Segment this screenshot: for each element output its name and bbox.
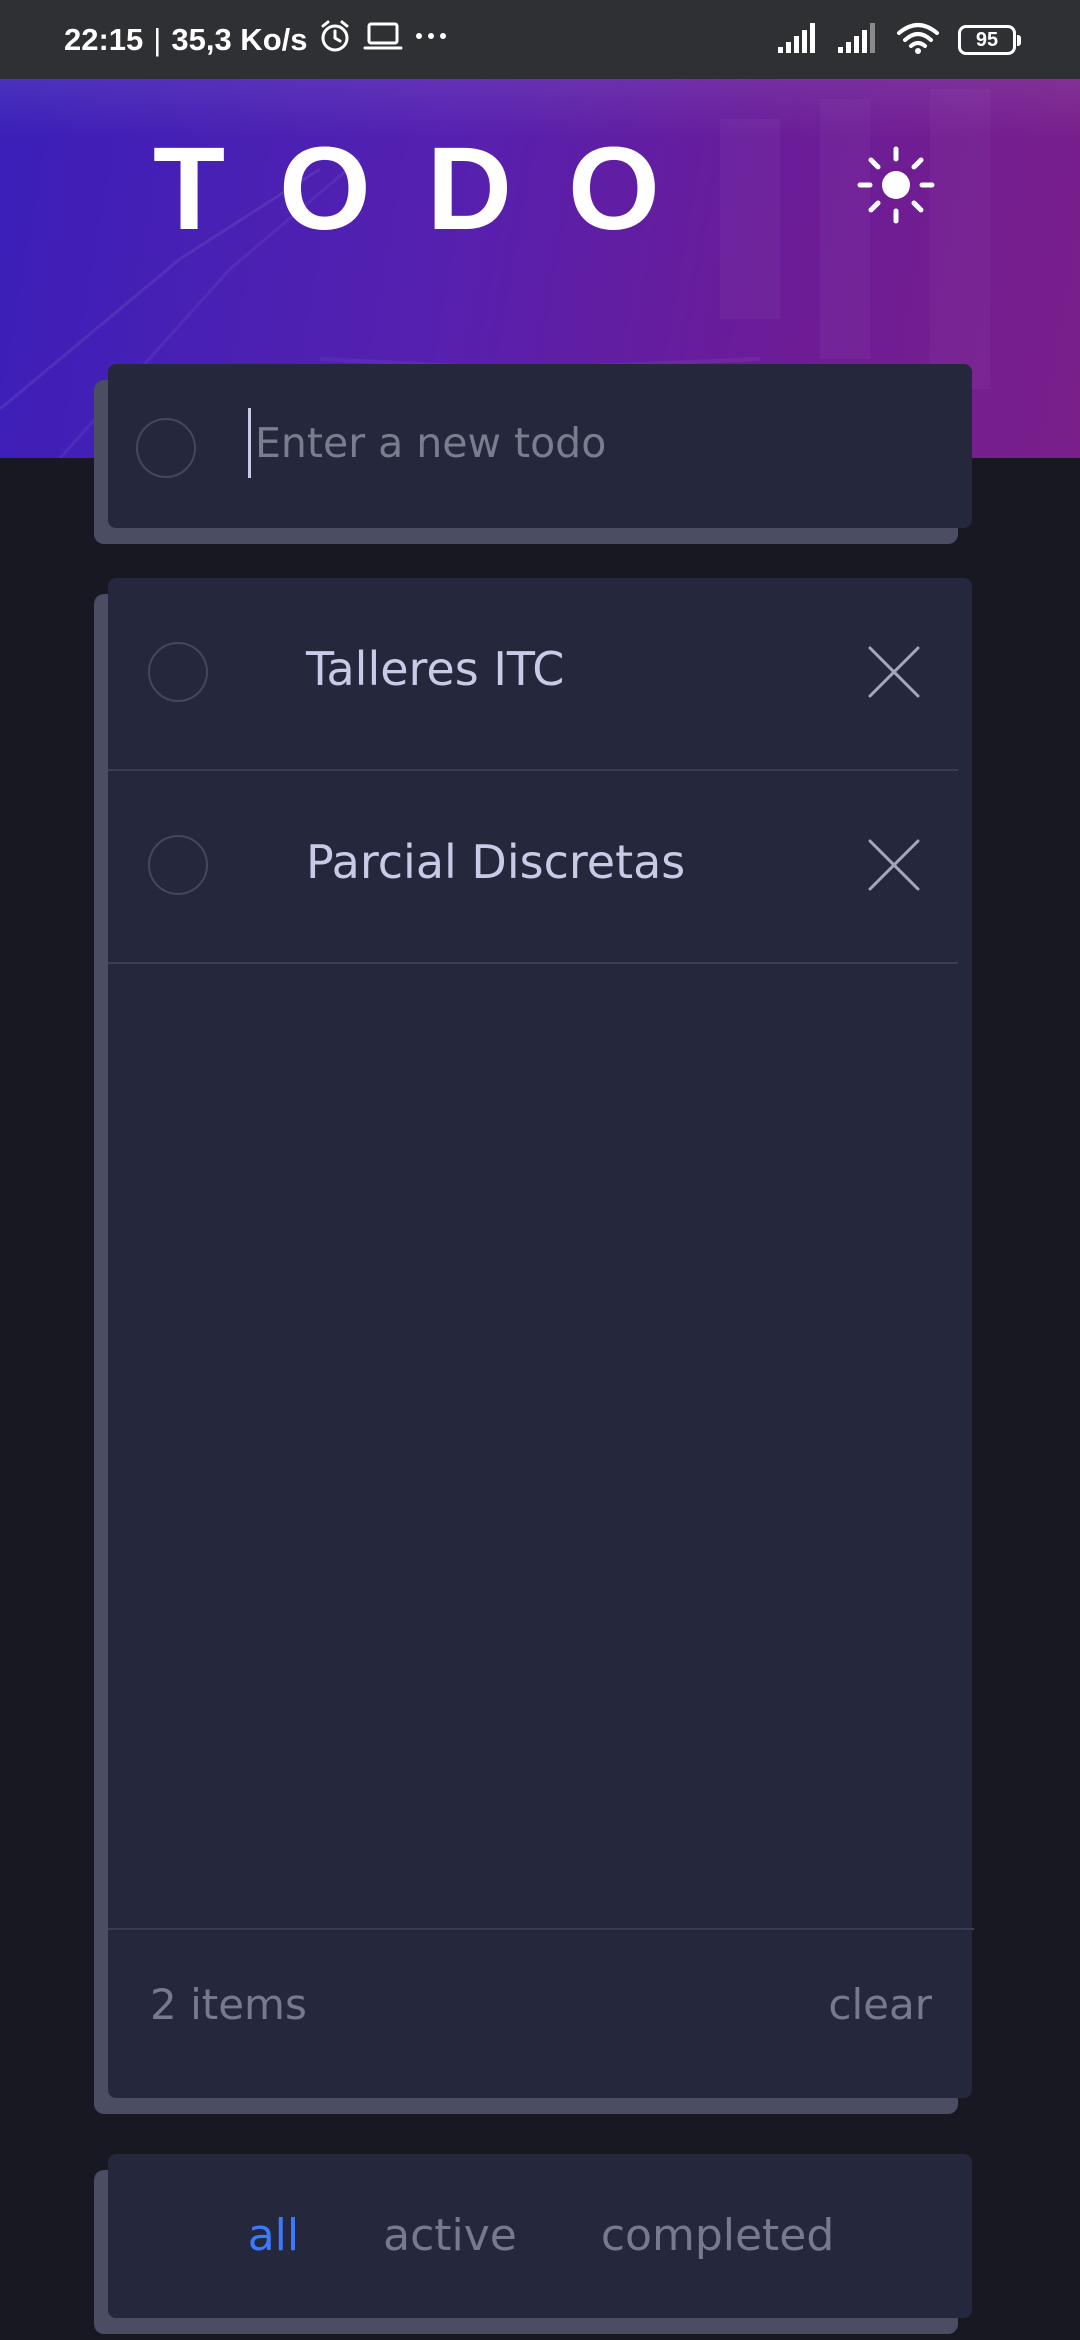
todo-item[interactable]: Talleres ITC [108,578,958,771]
app-screen: 22:15 | 35,3 Ko/s 95 TODO Enter a new to… [0,0,1080,2340]
todo-check-circle[interactable] [148,835,208,895]
filter-bar: all active completed [108,2154,974,2317]
close-icon [868,839,920,891]
delete-todo-button[interactable] [860,638,928,706]
items-left-count: 2 items [150,1980,307,2029]
signal-icon [836,21,878,59]
todo-item[interactable]: Parcial Discretas [108,771,958,964]
close-icon [868,646,920,698]
list-footer: 2 items clear [108,1928,974,2091]
todo-list-card: Talleres ITC Parcial Discretas 2 items c… [108,578,974,2098]
wifi-icon [896,21,940,59]
more-icon [413,18,453,62]
delete-todo-button[interactable] [860,831,928,899]
filter-all[interactable]: all [248,2210,299,2261]
todo-check-circle[interactable] [148,642,208,702]
status-time: 22:15 [64,22,144,57]
todo-text: Parcial Discretas [306,835,686,889]
new-todo-input[interactable] [248,408,1055,478]
sun-icon [857,146,935,224]
clear-completed-button[interactable]: clear [828,1980,932,2029]
theme-toggle-button[interactable] [854,143,938,227]
todo-text: Talleres ITC [306,642,565,696]
battery-icon: 95 [958,25,1021,55]
new-todo-check-circle[interactable] [136,418,196,478]
battery-level: 95 [975,28,999,51]
status-right: 95 [776,21,1021,59]
signal-icon [776,21,818,59]
alarm-icon [317,18,353,62]
app-title: TODO [153,123,716,255]
status-bar: 22:15 | 35,3 Ko/s 95 [0,0,1080,79]
status-separator: | [153,22,162,57]
status-network-speed: 35,3 Ko/s [171,22,308,57]
filter-active[interactable]: active [383,2210,517,2261]
filter-card: all active completed [108,2154,972,2318]
status-left: 22:15 | 35,3 Ko/s [64,20,453,58]
laptop-icon [363,18,403,62]
filter-completed[interactable]: completed [601,2210,834,2261]
new-todo-card [108,364,1055,528]
